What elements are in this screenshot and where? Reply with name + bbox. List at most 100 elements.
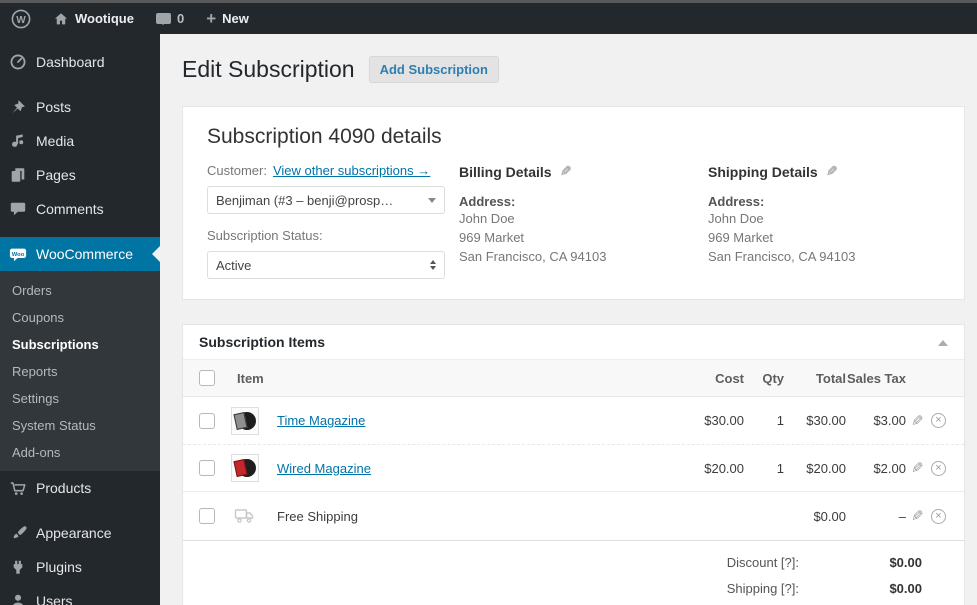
sidebar-item-posts[interactable]: Posts — [0, 90, 160, 124]
sidebar-item-label: Comments — [36, 201, 104, 217]
item-sales-tax: $2.00 — [873, 460, 906, 476]
sidebar-item-media[interactable]: Media — [0, 124, 160, 158]
subscription-status-label: Subscription Status: — [207, 228, 323, 243]
product-thumbnail — [231, 454, 259, 482]
sidebar-item-label: Pages — [36, 167, 76, 183]
column-header-total: Total — [815, 370, 846, 386]
edit-item-icon[interactable]: ✎ — [911, 459, 924, 477]
total-row-shipping: Shipping [?]: $0.00 — [201, 581, 922, 596]
comments-icon — [8, 199, 28, 219]
new-label: New — [222, 11, 249, 26]
sidebar-item-dashboard[interactable]: Dashboard — [0, 45, 160, 79]
item-qty: 1 — [776, 413, 784, 428]
add-subscription-button[interactable]: Add Subscription — [368, 55, 499, 83]
submenu-item-settings[interactable]: Settings — [0, 385, 160, 412]
shipping-total-label: Shipping [?]: — [726, 581, 799, 596]
delete-item-icon[interactable]: × — [931, 508, 946, 524]
product-thumbnail — [231, 406, 259, 435]
sidebar-item-pages[interactable]: Pages — [0, 158, 160, 192]
sidebar-item-label: Appearance — [36, 525, 112, 541]
sidebar-item-woocommerce[interactable]: Woo WooCommerce — [0, 237, 160, 271]
sidebar-item-label: Posts — [36, 99, 72, 115]
menu-separator — [0, 505, 160, 516]
item-qty: 1 — [776, 460, 784, 476]
wp-logo-menu[interactable]: W — [0, 3, 42, 34]
column-header-qty: Qty — [762, 370, 784, 386]
site-name-link[interactable]: Wootique — [42, 3, 145, 34]
menu-separator — [0, 226, 160, 237]
delete-item-icon[interactable]: × — [931, 413, 946, 428]
delete-item-icon[interactable]: × — [931, 460, 946, 476]
sidebar-item-plugins[interactable]: Plugins — [0, 550, 160, 584]
wordpress-logo-icon: W — [11, 9, 31, 29]
submenu-item-system-status[interactable]: System Status — [0, 412, 160, 439]
view-other-subscriptions-link[interactable]: View other subscriptions → — [273, 163, 430, 178]
item-cost: $30.00 — [704, 413, 744, 428]
page-title: Edit Subscription — [182, 56, 355, 82]
subscription-items-title: Subscription Items — [199, 334, 326, 350]
product-link[interactable]: Wired Magazine — [277, 461, 371, 476]
edit-billing-icon[interactable]: ✎ — [560, 163, 572, 180]
item-total: $20.00 — [806, 460, 846, 476]
column-header-item: Item — [237, 370, 264, 386]
row-checkbox[interactable] — [199, 412, 215, 429]
customer-select-value: Benjiman (#3 – benji@prosp… — [216, 192, 394, 208]
shipping-address-label: Address: — [708, 194, 765, 209]
plus-icon: + — [206, 9, 217, 28]
status-select-value: Active — [216, 257, 252, 273]
pages-icon — [8, 165, 28, 185]
submenu-item-coupons[interactable]: Coupons — [0, 304, 160, 331]
window-top-strip — [0, 0, 977, 3]
column-header-cost: Cost — [715, 370, 744, 386]
collapse-panel-icon[interactable] — [938, 335, 948, 346]
row-checkbox[interactable] — [199, 508, 215, 524]
submenu-item-add-ons[interactable]: Add-ons — [0, 439, 160, 466]
comments-indicator[interactable]: 0 — [145, 3, 195, 34]
shipping-address-line: San Francisco, CA 94103 — [708, 249, 856, 264]
item-total: $30.00 — [806, 413, 846, 428]
comment-count: 0 — [176, 11, 185, 26]
billing-column: Billing Details ✎ Address: John Doe 969 … — [459, 163, 708, 279]
total-row-discount: Discount [?]: $0.00 — [201, 555, 922, 570]
comment-bubble-icon — [155, 13, 171, 25]
home-icon — [53, 11, 69, 27]
select-all-checkbox[interactable] — [199, 370, 215, 386]
wordpress-admin-screen: W Wootique 0 + New Dashboard Posts Media… — [0, 0, 977, 605]
shipping-details-title: Shipping Details — [708, 163, 818, 180]
edit-item-icon[interactable]: ✎ — [911, 507, 924, 525]
row-checkbox[interactable] — [199, 460, 215, 476]
billing-address-label: Address: — [459, 194, 516, 209]
order-totals: Discount [?]: $0.00 Shipping [?]: $0.00 — [183, 541, 964, 605]
customer-column: Customer: View other subscriptions → Ben… — [207, 163, 459, 279]
site-name-label: Wootique — [75, 11, 134, 26]
submenu-item-reports[interactable]: Reports — [0, 358, 160, 385]
shipping-method-name: Free Shipping — [277, 508, 358, 524]
product-link[interactable]: Time Magazine — [277, 413, 365, 428]
customer-select[interactable]: Benjiman (#3 – benji@prosp… — [207, 186, 445, 214]
sidebar-item-comments[interactable]: Comments — [0, 192, 160, 226]
submenu-item-subscriptions[interactable]: Subscriptions — [0, 331, 160, 358]
woocommerce-submenu: Orders Coupons Subscriptions Reports Set… — [0, 271, 160, 471]
edit-shipping-icon[interactable]: ✎ — [826, 163, 838, 180]
admin-bar: W Wootique 0 + New — [0, 3, 977, 34]
sidebar-item-appearance[interactable]: Appearance — [0, 516, 160, 550]
billing-address-line: San Francisco, CA 94103 — [459, 249, 607, 264]
active-menu-arrow — [144, 246, 160, 262]
billing-address-line: 969 Market — [459, 230, 525, 245]
discount-value: $0.00 — [889, 555, 922, 570]
new-content-menu[interactable]: + New — [195, 3, 260, 34]
shipping-truck-icon — [231, 505, 259, 527]
sidebar-item-products[interactable]: Products — [0, 471, 160, 505]
shipping-sales-tax: – — [898, 508, 906, 524]
svg-text:W: W — [16, 15, 26, 26]
submenu-item-orders[interactable]: Orders — [0, 277, 160, 304]
items-table-header: Item Cost Qty Total Sales Tax — [183, 360, 964, 397]
table-row: Time Magazine $30.00 1 $30.00 $3.00 ✎ × — [183, 397, 964, 444]
shipping-total: $0.00 — [813, 508, 846, 524]
sidebar-item-users[interactable]: Users — [0, 584, 160, 605]
edit-item-icon[interactable]: ✎ — [911, 412, 924, 430]
shipping-address-line: 969 Market — [708, 230, 774, 245]
sidebar-item-label: Users — [36, 593, 73, 605]
subscription-status-select[interactable]: Active — [207, 251, 445, 279]
billing-address-line: John Doe — [459, 211, 515, 226]
